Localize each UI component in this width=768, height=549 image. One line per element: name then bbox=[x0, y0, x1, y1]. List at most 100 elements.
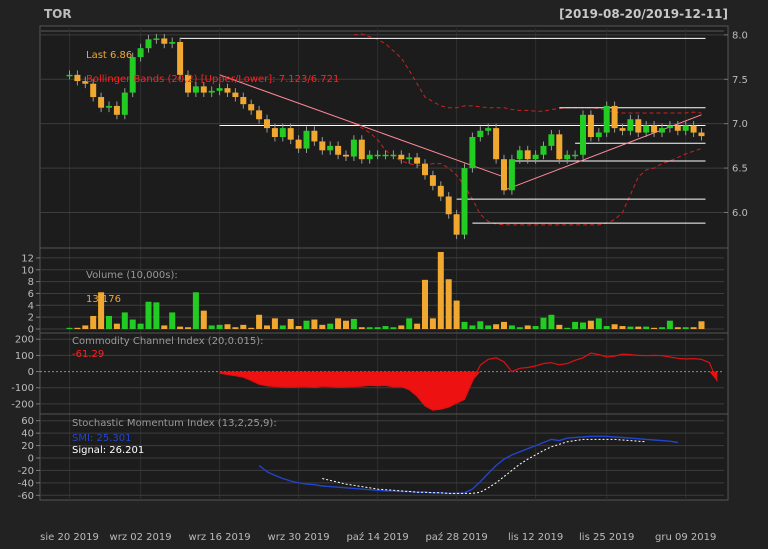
volume-bar bbox=[185, 327, 191, 329]
volume-bar bbox=[382, 326, 389, 329]
volume-bar bbox=[414, 323, 421, 329]
volume-bar bbox=[674, 327, 681, 329]
volume-bar bbox=[129, 319, 136, 329]
cci-last-value: -61.29 bbox=[72, 349, 104, 360]
volume-bar bbox=[137, 323, 144, 329]
cci-label: Commodity Channel Index (20,0.015): bbox=[72, 336, 264, 347]
x-tick-label: wrz 16 2019 bbox=[189, 532, 251, 543]
candle-body bbox=[303, 130, 310, 149]
volume-bar bbox=[153, 302, 160, 329]
candle-body bbox=[587, 114, 594, 137]
volume-bar bbox=[666, 320, 673, 329]
y-tick-label: 6.5 bbox=[732, 164, 748, 175]
volume-bar bbox=[113, 323, 120, 329]
volume-bar bbox=[169, 312, 176, 329]
signal-value: Signal: 26.201 bbox=[72, 445, 144, 456]
candle-body bbox=[295, 139, 302, 149]
volume-bar bbox=[445, 279, 452, 329]
volume-bar bbox=[161, 325, 168, 329]
volume-bar bbox=[271, 318, 278, 329]
candle-body bbox=[398, 154, 405, 160]
candle-body bbox=[287, 128, 294, 140]
candle-body bbox=[659, 128, 665, 133]
candle-body bbox=[627, 119, 634, 131]
candle-body bbox=[508, 159, 515, 191]
y-tick-label: 40 bbox=[21, 429, 34, 440]
candle-body bbox=[445, 196, 452, 215]
volume-bar bbox=[643, 326, 650, 329]
y-tick-label: 12 bbox=[21, 253, 34, 264]
volume-bar bbox=[651, 327, 658, 329]
y-tick-label: 8.0 bbox=[732, 30, 748, 41]
candle-body bbox=[477, 130, 484, 137]
volume-bar bbox=[429, 318, 436, 329]
candle-body bbox=[516, 150, 523, 160]
volume-bar bbox=[461, 321, 468, 329]
cci-y-axis: 200 100 0 -100 -200 bbox=[11, 335, 40, 410]
candle-body bbox=[698, 132, 705, 137]
candle-body bbox=[429, 175, 436, 186]
candle-body bbox=[350, 139, 357, 157]
candle-body bbox=[437, 185, 444, 197]
volume-bar bbox=[659, 327, 665, 329]
candle-body bbox=[240, 97, 247, 105]
volume-bar bbox=[90, 315, 97, 329]
y-tick-label: 10 bbox=[21, 265, 34, 276]
candle-body bbox=[311, 130, 318, 142]
chart-title: TOR bbox=[44, 7, 72, 21]
volume-bar bbox=[74, 327, 81, 329]
volume-bar bbox=[580, 322, 586, 329]
volume-bar bbox=[216, 324, 223, 329]
x-tick-label: lis 25 2019 bbox=[579, 532, 634, 543]
candle-body bbox=[493, 128, 500, 160]
volume-bar bbox=[311, 319, 318, 329]
candle-body bbox=[153, 38, 160, 40]
y-tick-label: -200 bbox=[11, 399, 34, 410]
candle-body bbox=[74, 74, 81, 82]
volume-bar bbox=[627, 326, 634, 329]
volume-bar bbox=[303, 320, 310, 329]
volume-bar bbox=[501, 321, 507, 329]
candle-body bbox=[682, 125, 689, 131]
x-tick-label: paź 28 2019 bbox=[425, 531, 487, 543]
y-tick-label: 6 bbox=[28, 289, 34, 300]
volume-bar bbox=[224, 324, 231, 329]
y-tick-label: -100 bbox=[11, 383, 34, 394]
candle-body bbox=[106, 105, 112, 108]
candle-body bbox=[556, 134, 563, 160]
y-tick-label: 8 bbox=[28, 277, 34, 288]
candle-body bbox=[145, 39, 152, 49]
volume-bar bbox=[264, 325, 270, 329]
volume-bar bbox=[587, 320, 594, 329]
candle-body bbox=[90, 83, 97, 98]
date-range: [2019-08-20/2019-12-11] bbox=[559, 7, 728, 21]
candle-body bbox=[335, 145, 342, 155]
volume-bar bbox=[524, 325, 531, 329]
candle-body bbox=[422, 163, 428, 176]
y-tick-label: 0 bbox=[28, 367, 34, 378]
volume-bar bbox=[595, 318, 602, 329]
volume-last-value: 13,176 bbox=[86, 294, 121, 305]
volume-bar bbox=[485, 325, 492, 329]
volume-bar bbox=[319, 324, 326, 329]
volume-bar bbox=[635, 326, 642, 329]
candle-body bbox=[524, 150, 531, 160]
volume-bar bbox=[279, 325, 286, 329]
candle-body bbox=[643, 125, 650, 133]
candle-body bbox=[406, 157, 413, 160]
y-tick-label: 0 bbox=[28, 454, 34, 465]
candle-body bbox=[279, 128, 286, 137]
candle-body bbox=[121, 92, 128, 115]
volume-bar bbox=[327, 323, 334, 329]
volume-y-axis: 121086420 bbox=[21, 253, 40, 336]
plot-top-band bbox=[40, 30, 724, 32]
candle-body bbox=[651, 125, 658, 133]
volume-bar bbox=[516, 327, 523, 329]
smi-value: SMI: 25.301 bbox=[72, 433, 131, 444]
volume-bar bbox=[177, 326, 184, 329]
volume-bar bbox=[398, 325, 405, 329]
volume-bar bbox=[548, 314, 555, 329]
volume-bar bbox=[469, 325, 476, 329]
volume-bar bbox=[121, 312, 128, 329]
candle-body bbox=[469, 137, 476, 169]
